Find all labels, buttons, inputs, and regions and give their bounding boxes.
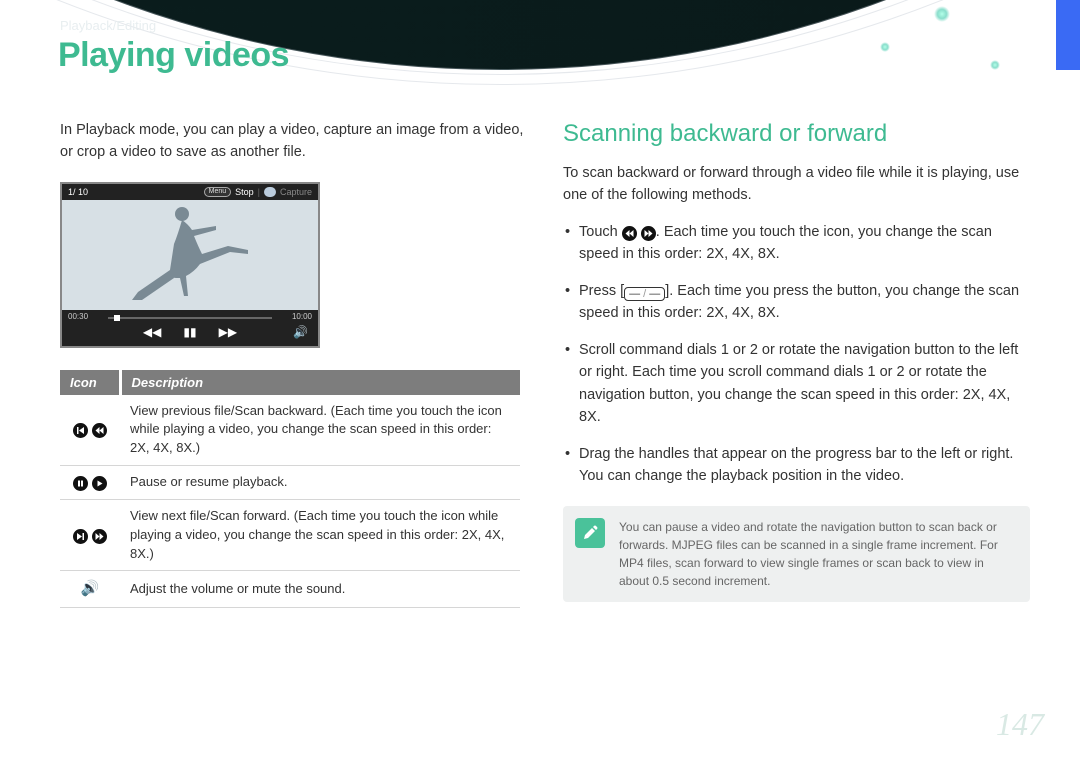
page-title: Playing videos [58,36,289,75]
section-heading: Scanning backward or forward [563,120,1030,148]
table-row: View previous file/Scan backward. (Each … [60,395,520,466]
section-intro: To scan backward or forward through a vi… [563,162,1030,207]
dancer-silhouette-icon [120,200,260,300]
ffwd-icon [92,529,107,544]
breadcrumb: Playback/Editing [60,18,156,33]
next-file-icon [73,529,88,544]
table-row: Pause or resume playback. [60,466,520,500]
note-box: You can pause a video and rotate the nav… [563,506,1030,602]
pause-icon [73,476,88,491]
table-cell-desc: View next file/Scan forward. (Each time … [120,499,520,571]
video-preview: 1/ 10 Menu Stop | Capture [60,182,320,348]
pause-icon[interactable]: ▮▮ [183,325,196,340]
list-item: Scroll command dials 1 or 2 or rotate th… [563,339,1030,429]
volume-icon[interactable]: 🔊 [293,325,308,339]
volume-icon: 🔊 [81,580,100,597]
section-tab [1056,0,1080,70]
capture-label: Capture [280,187,312,197]
list-item: Drag the handles that appear on the prog… [563,443,1030,488]
elapsed-time: 00:30 [68,312,88,321]
note-text: You can pause a video and rotate the nav… [619,518,1016,590]
minus-plus-icon: —/— [624,287,665,301]
intro-text: In Playback mode, you can play a video, … [60,120,527,164]
rewind-icon [622,226,637,241]
table-cell-desc: View previous file/Scan backward. (Each … [120,395,520,466]
page-number: 147 [996,706,1044,743]
total-time: 10:00 [292,312,312,321]
pen-note-icon [575,518,605,548]
video-counter: 1/ 10 [68,187,88,197]
table-row: 🔊 Adjust the volume or mute the sound. [60,571,520,608]
stop-label: Stop [235,187,254,197]
capture-pill [264,187,276,197]
table-cell-desc: Pause or resume playback. [120,466,520,500]
list-item: Press [—/—]. Each time you press the but… [563,280,1030,325]
menu-pill: Menu [204,187,232,197]
table-header-desc: Description [120,370,520,395]
play-icon [92,476,107,491]
progress-bar[interactable] [108,317,272,319]
list-item: Touch . Each time you touch the icon, yo… [563,221,1030,266]
ffwd-icon[interactable]: ▶▶ [219,325,237,340]
prev-file-icon [73,423,88,438]
rewind-icon [92,423,107,438]
rewind-icon[interactable]: ◀◀ [143,325,161,340]
icon-description-table: Icon Description View previous file/Scan… [60,370,520,609]
table-header-icon: Icon [60,370,120,395]
table-row: View next file/Scan forward. (Each time … [60,499,520,571]
ffwd-icon [641,226,656,241]
table-cell-desc: Adjust the volume or mute the sound. [120,571,520,608]
